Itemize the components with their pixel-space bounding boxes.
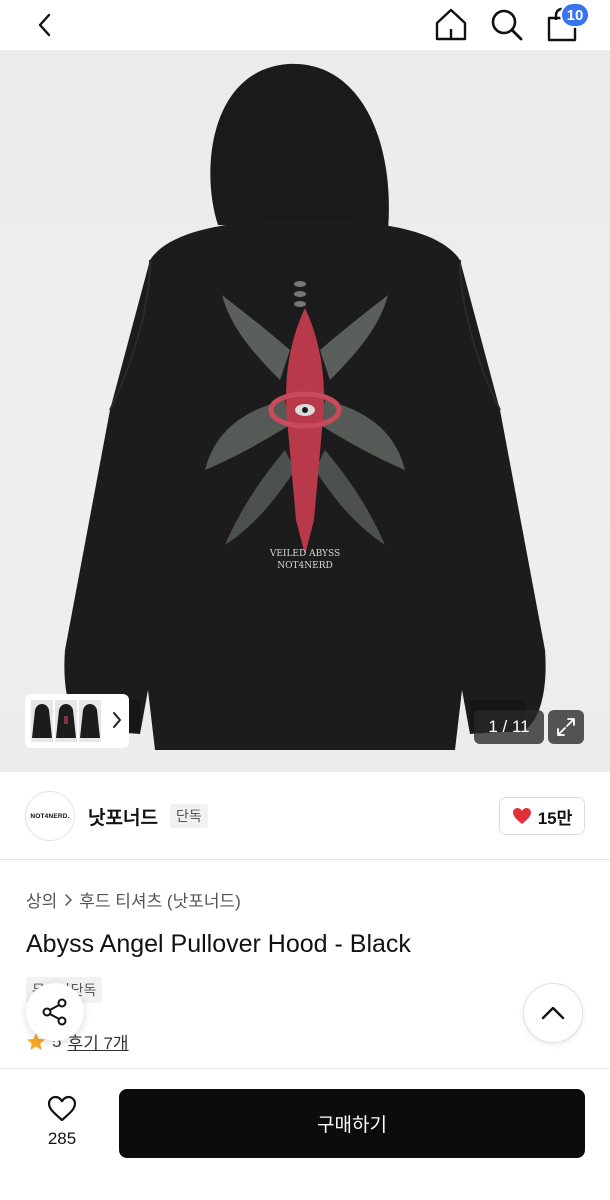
home-icon bbox=[435, 8, 467, 41]
brand-exclusive-tag: 단독 bbox=[170, 804, 208, 828]
heart-filled-icon bbox=[512, 808, 531, 824]
chevron-right-icon bbox=[65, 893, 73, 906]
wishlist-button[interactable]: 285 bbox=[34, 1091, 90, 1153]
hoodie-image: VEILED ABYSS NOT4NERD bbox=[64, 63, 546, 750]
scroll-to-top-button[interactable] bbox=[523, 983, 583, 1043]
review-count-link[interactable]: 후기 7개 bbox=[67, 1029, 128, 1054]
thumbnail[interactable] bbox=[79, 700, 101, 742]
chevron-left-icon bbox=[38, 13, 51, 37]
search-icon bbox=[491, 9, 523, 41]
brand-name[interactable]: 낫포너드 bbox=[88, 803, 158, 830]
chevron-right-icon bbox=[113, 712, 121, 728]
share-button[interactable] bbox=[26, 983, 84, 1041]
heart-outline-icon bbox=[47, 1095, 77, 1122]
fullscreen-button[interactable] bbox=[548, 710, 584, 744]
print-text-line2: NOT4NERD bbox=[277, 561, 332, 571]
wishlist-count: 285 bbox=[47, 1129, 77, 1148]
breadcrumb-item[interactable]: 상의 bbox=[26, 887, 57, 912]
share-icon bbox=[42, 998, 67, 1026]
thumbnail[interactable] bbox=[55, 700, 77, 742]
top-bar: 10 bbox=[0, 0, 610, 50]
product-image-gallery[interactable]: VEILED ABYSS NOT4NERD 1 / 11 bbox=[0, 50, 610, 772]
chevron-up-icon bbox=[541, 1006, 565, 1020]
brand-like-button[interactable]: 15만 bbox=[499, 797, 585, 835]
thumbnail[interactable] bbox=[31, 700, 53, 742]
expand-icon bbox=[557, 718, 575, 736]
image-counter: 1 / 11 bbox=[474, 710, 544, 744]
brand-like-count: 15만 bbox=[537, 808, 573, 828]
search-button[interactable] bbox=[488, 6, 526, 44]
buy-button[interactable]: 구매하기 bbox=[119, 1089, 585, 1158]
breadcrumb: 상의 후드 티셔츠 (낫포너드) bbox=[26, 887, 241, 912]
home-button[interactable] bbox=[432, 6, 470, 44]
cart-count-badge: 10 bbox=[560, 2, 590, 28]
bottom-action-bar: 285 구매하기 bbox=[0, 1068, 610, 1200]
brand-logo[interactable]: NOT4NERD. bbox=[25, 791, 75, 841]
product-title: Abyss Angel Pullover Hood - Black bbox=[26, 930, 411, 958]
thumbnail-strip[interactable] bbox=[25, 694, 129, 748]
print-text-line1: VEILED ABYSS bbox=[269, 549, 340, 559]
breadcrumb-item[interactable]: 후드 티셔츠 (낫포너드) bbox=[79, 887, 241, 912]
back-button[interactable] bbox=[28, 8, 62, 42]
brand-row[interactable]: NOT4NERD. 낫포너드 단독 15만 bbox=[0, 772, 610, 860]
